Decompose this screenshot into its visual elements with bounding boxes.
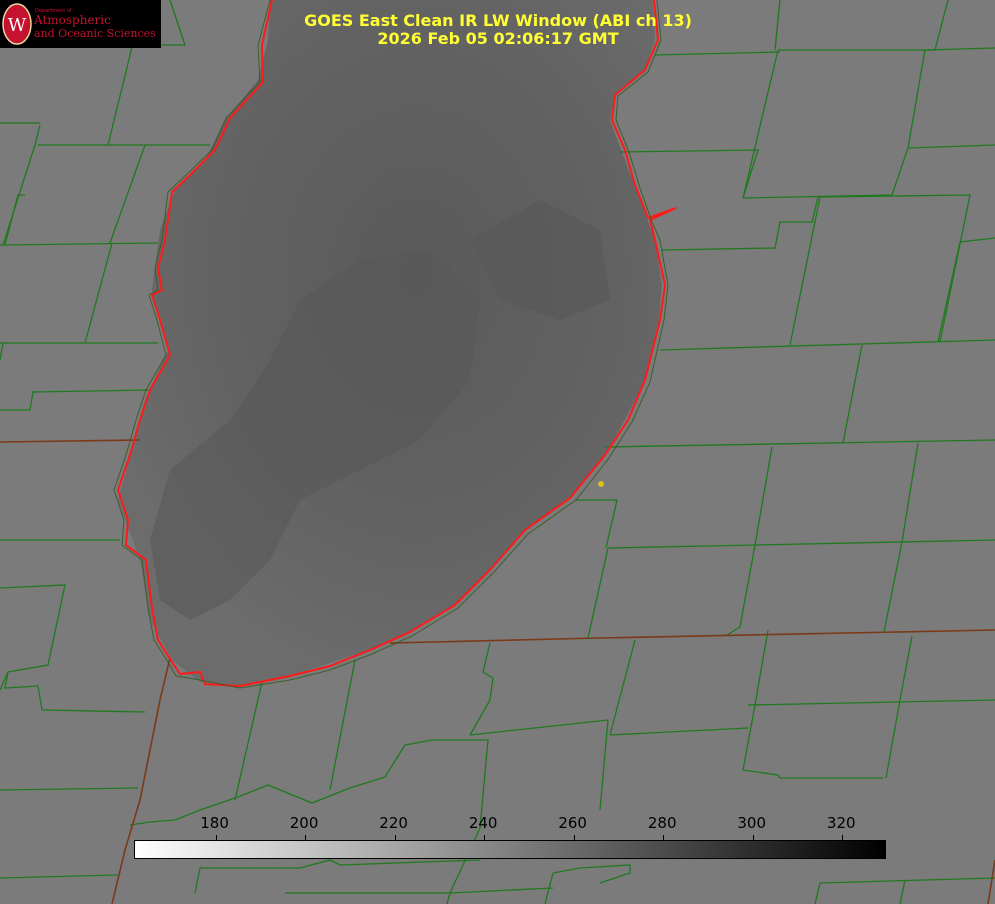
colorbar-tick-mark (663, 835, 665, 841)
colorbar-tick-mark (215, 835, 217, 841)
uw-seal-icon: W (2, 3, 32, 45)
location-marker (598, 481, 604, 487)
uw-aos-logo: W Department of Atmospheric and Oceanic … (0, 0, 161, 48)
colorbar-tick-labels: 180 200 220 240 260 280 300 320 (0, 814, 995, 834)
colorbar-tick-label: 220 (379, 814, 408, 832)
colorbar-tick-mark (484, 835, 486, 841)
colorbar-tick-mark (394, 835, 396, 841)
colorbar-tick-label: 320 (826, 814, 856, 832)
seal-letter: W (8, 15, 27, 36)
logo-line-1: Atmospheric (34, 13, 111, 27)
colorbar-tick-label: 260 (558, 814, 587, 832)
colorbar-tick-label: 300 (737, 814, 767, 832)
colorbar-tick-mark (573, 835, 575, 841)
map-canvas (0, 0, 995, 904)
satellite-image: W Department of Atmospheric and Oceanic … (0, 0, 995, 904)
logo-line-2: and Oceanic Sciences (34, 27, 156, 40)
colorbar-gradient (135, 841, 885, 858)
colorbar-tick-mark (842, 835, 844, 841)
title-timestamp: 2026 Feb 05 02:06:17 GMT (377, 29, 619, 48)
colorbar-tick-mark (305, 835, 307, 841)
colorbar (134, 835, 886, 859)
colorbar-tick-label: 280 (647, 814, 677, 832)
colorbar-tick-label: 200 (289, 814, 319, 832)
colorbar-tick-mark (752, 835, 754, 841)
colorbar-tick-label: 180 (200, 814, 229, 832)
title-line-1: GOES East Clean IR LW Window (ABI ch 13) (304, 11, 692, 30)
colorbar-tick-label: 240 (468, 814, 498, 832)
image-title: GOES East Clean IR LW Window (ABI ch 13)… (220, 12, 776, 48)
